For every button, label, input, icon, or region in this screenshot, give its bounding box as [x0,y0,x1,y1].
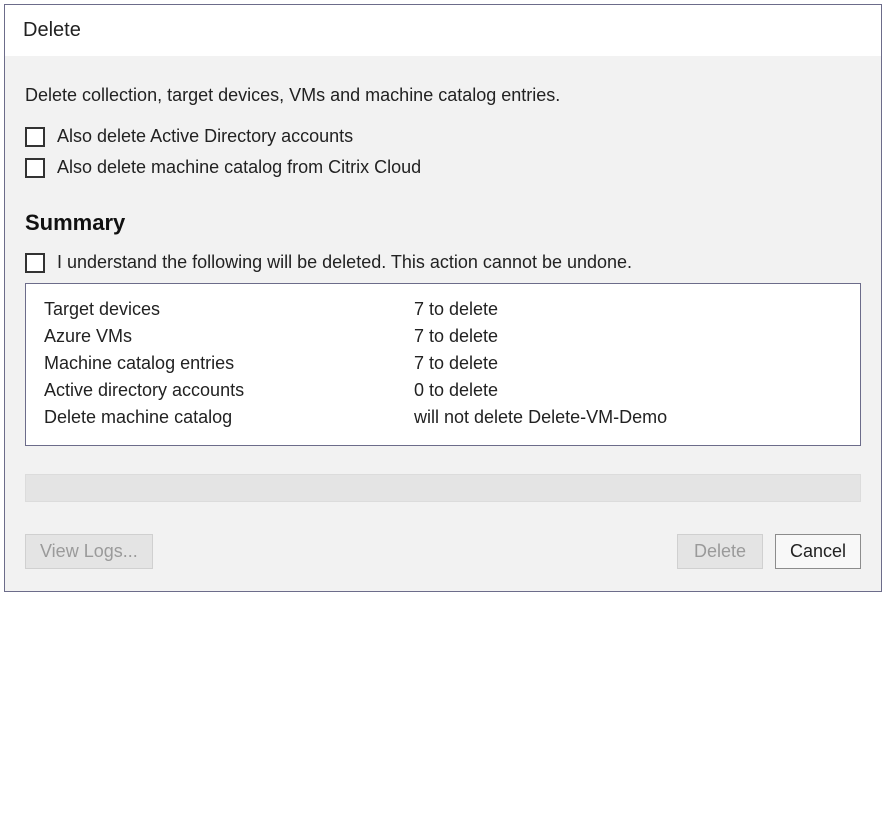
option-delete-catalog-cloud[interactable]: Also delete machine catalog from Citrix … [25,157,861,178]
checkbox-delete-ad[interactable] [25,127,45,147]
summary-value: 7 to delete [414,353,842,374]
delete-button[interactable]: Delete [677,534,763,569]
intro-text: Delete collection, target devices, VMs a… [25,85,861,106]
summary-box: Target devices 7 to delete Azure VMs 7 t… [25,283,861,446]
summary-row: Delete machine catalog will not delete D… [44,404,842,431]
option-delete-ad[interactable]: Also delete Active Directory accounts [25,126,861,147]
summary-row: Machine catalog entries 7 to delete [44,350,842,377]
option-delete-ad-label: Also delete Active Directory accounts [57,126,353,147]
option-delete-catalog-cloud-label: Also delete machine catalog from Citrix … [57,157,421,178]
summary-heading: Summary [25,210,861,236]
button-row: View Logs... Delete Cancel [25,534,861,569]
summary-value: 7 to delete [414,299,842,320]
cancel-button[interactable]: Cancel [775,534,861,569]
progress-bar [25,474,861,502]
view-logs-button[interactable]: View Logs... [25,534,153,569]
delete-dialog: Delete Delete collection, target devices… [4,4,882,592]
summary-label: Azure VMs [44,326,414,347]
summary-label: Delete machine catalog [44,407,414,428]
summary-label: Target devices [44,299,414,320]
checkbox-confirm[interactable] [25,253,45,273]
dialog-title: Delete [5,5,881,57]
summary-value: will not delete Delete-VM-Demo [414,407,842,428]
summary-label: Active directory accounts [44,380,414,401]
dialog-body: Delete collection, target devices, VMs a… [5,57,881,591]
checkbox-delete-catalog-cloud[interactable] [25,158,45,178]
summary-row: Azure VMs 7 to delete [44,323,842,350]
confirm-understand[interactable]: I understand the following will be delet… [25,252,861,273]
summary-label: Machine catalog entries [44,353,414,374]
summary-row: Target devices 7 to delete [44,296,842,323]
confirm-label: I understand the following will be delet… [57,252,632,273]
summary-value: 7 to delete [414,326,842,347]
summary-value: 0 to delete [414,380,842,401]
summary-row: Active directory accounts 0 to delete [44,377,842,404]
